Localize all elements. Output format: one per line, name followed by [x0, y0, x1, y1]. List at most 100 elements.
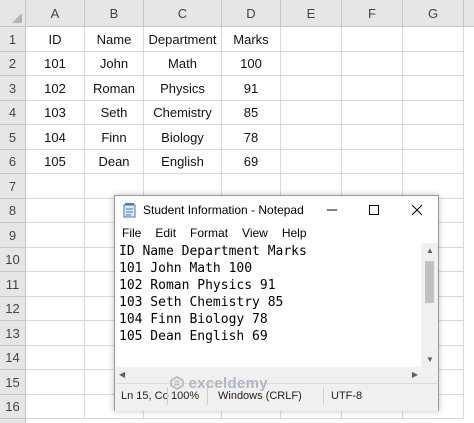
row-header-16[interactable]: 16: [0, 395, 26, 419]
cell[interactable]: 101: [26, 52, 85, 76]
cell[interactable]: 69: [222, 150, 281, 174]
cell[interactable]: Finn: [85, 125, 144, 150]
notepad-title-bar[interactable]: Student Information - Notepad: [115, 196, 438, 224]
cell[interactable]: [26, 248, 85, 272]
row-header-15[interactable]: 15: [0, 370, 26, 395]
column-header-f[interactable]: F: [342, 0, 403, 27]
cell[interactable]: Department: [144, 27, 222, 52]
cell[interactable]: Dean: [85, 150, 144, 174]
status-bar: Ln 15, Co 100% Windows (CRLF) UTF-8: [115, 383, 438, 411]
cell[interactable]: [26, 370, 85, 395]
row-header-3[interactable]: 3: [0, 76, 26, 101]
cell[interactable]: ID: [26, 27, 85, 52]
cell[interactable]: 85: [222, 101, 281, 125]
cell[interactable]: [281, 125, 342, 150]
column-header-c[interactable]: C: [144, 0, 222, 27]
cell[interactable]: English: [144, 150, 222, 174]
cell[interactable]: 102: [26, 76, 85, 101]
column-header-b[interactable]: B: [85, 0, 144, 27]
cell[interactable]: [403, 52, 464, 76]
cell[interactable]: [26, 297, 85, 321]
column-header-d[interactable]: D: [222, 0, 281, 27]
menu-file[interactable]: File: [115, 224, 148, 243]
minimize-button[interactable]: [311, 196, 353, 224]
maximize-icon: [369, 205, 379, 215]
cell[interactable]: Math: [144, 52, 222, 76]
vertical-scrollbar[interactable]: ▲ ▼: [421, 243, 438, 367]
cell[interactable]: [342, 150, 403, 174]
cell[interactable]: [281, 101, 342, 125]
cell[interactable]: [26, 346, 85, 370]
cell[interactable]: Biology: [144, 125, 222, 150]
scroll-left-icon[interactable]: ◀: [119, 370, 125, 379]
menu-edit[interactable]: Edit: [148, 224, 183, 243]
cell[interactable]: [281, 150, 342, 174]
cell[interactable]: Physics: [144, 76, 222, 101]
row-header-2[interactable]: 2: [0, 52, 26, 76]
row-header-13[interactable]: 13: [0, 321, 26, 346]
cell[interactable]: [26, 199, 85, 223]
cell[interactable]: [403, 125, 464, 150]
cell[interactable]: [342, 125, 403, 150]
menu-format[interactable]: Format: [183, 224, 235, 243]
select-all-corner[interactable]: [0, 0, 26, 27]
text-line: 105 Dean English 69: [119, 329, 268, 344]
close-button[interactable]: [396, 196, 438, 224]
cell[interactable]: [26, 223, 85, 248]
text-line: ID Name Department Marks: [119, 244, 307, 259]
cell[interactable]: [281, 76, 342, 101]
row-header-11[interactable]: 11: [0, 272, 26, 297]
notepad-title: Student Information - Notepad: [143, 203, 304, 217]
cell[interactable]: [26, 395, 85, 419]
cell[interactable]: [281, 52, 342, 76]
minimize-icon: [327, 209, 337, 211]
vertical-scroll-thumb[interactable]: [425, 261, 434, 303]
row-header-4[interactable]: 4: [0, 101, 26, 125]
column-header-g[interactable]: G: [403, 0, 464, 27]
column-header-a[interactable]: A: [26, 0, 85, 27]
row-header-10[interactable]: 10: [0, 248, 26, 272]
menu-view[interactable]: View: [235, 224, 275, 243]
cell[interactable]: Seth: [85, 101, 144, 125]
scroll-up-icon[interactable]: ▲: [426, 246, 434, 255]
cell[interactable]: Marks: [222, 27, 281, 52]
column-header-e[interactable]: E: [281, 0, 342, 27]
row-header-6[interactable]: 6: [0, 150, 26, 174]
scroll-right-icon[interactable]: ▶: [412, 370, 418, 379]
cell[interactable]: 100: [222, 52, 281, 76]
row-header-7[interactable]: 7: [0, 174, 26, 199]
cell[interactable]: 104: [26, 125, 85, 150]
row-header-9[interactable]: 9: [0, 223, 26, 248]
row-header-12[interactable]: 12: [0, 297, 26, 321]
cell[interactable]: 91: [222, 76, 281, 101]
cell[interactable]: [26, 174, 85, 199]
cell[interactable]: [403, 101, 464, 125]
maximize-button[interactable]: [353, 196, 395, 224]
cell[interactable]: Chemistry: [144, 101, 222, 125]
cell[interactable]: Name: [85, 27, 144, 52]
scroll-down-icon[interactable]: ▼: [426, 355, 434, 364]
row-header-1[interactable]: 1: [0, 27, 26, 52]
cell[interactable]: [342, 76, 403, 101]
row-header-14[interactable]: 14: [0, 346, 26, 370]
cell[interactable]: [342, 27, 403, 52]
cell[interactable]: John: [85, 52, 144, 76]
cell[interactable]: [26, 272, 85, 297]
cell[interactable]: Roman: [85, 76, 144, 101]
cell[interactable]: [26, 321, 85, 346]
cell[interactable]: [342, 101, 403, 125]
row-header-5[interactable]: 5: [0, 125, 26, 150]
cell[interactable]: 78: [222, 125, 281, 150]
menu-help[interactable]: Help: [275, 224, 314, 243]
notepad-text-area[interactable]: ID Name Department Marks 101 John Math 1…: [117, 243, 422, 359]
cell[interactable]: [281, 27, 342, 52]
cell[interactable]: 105: [26, 150, 85, 174]
cell[interactable]: 103: [26, 101, 85, 125]
cell[interactable]: [403, 76, 464, 101]
horizontal-scrollbar[interactable]: ◀ ▶: [115, 367, 422, 383]
cell[interactable]: [403, 150, 464, 174]
row-header-8[interactable]: 8: [0, 199, 26, 223]
notepad-window[interactable]: Student Information - Notepad File Edit …: [114, 195, 439, 411]
cell[interactable]: [403, 27, 464, 52]
cell[interactable]: [342, 52, 403, 76]
